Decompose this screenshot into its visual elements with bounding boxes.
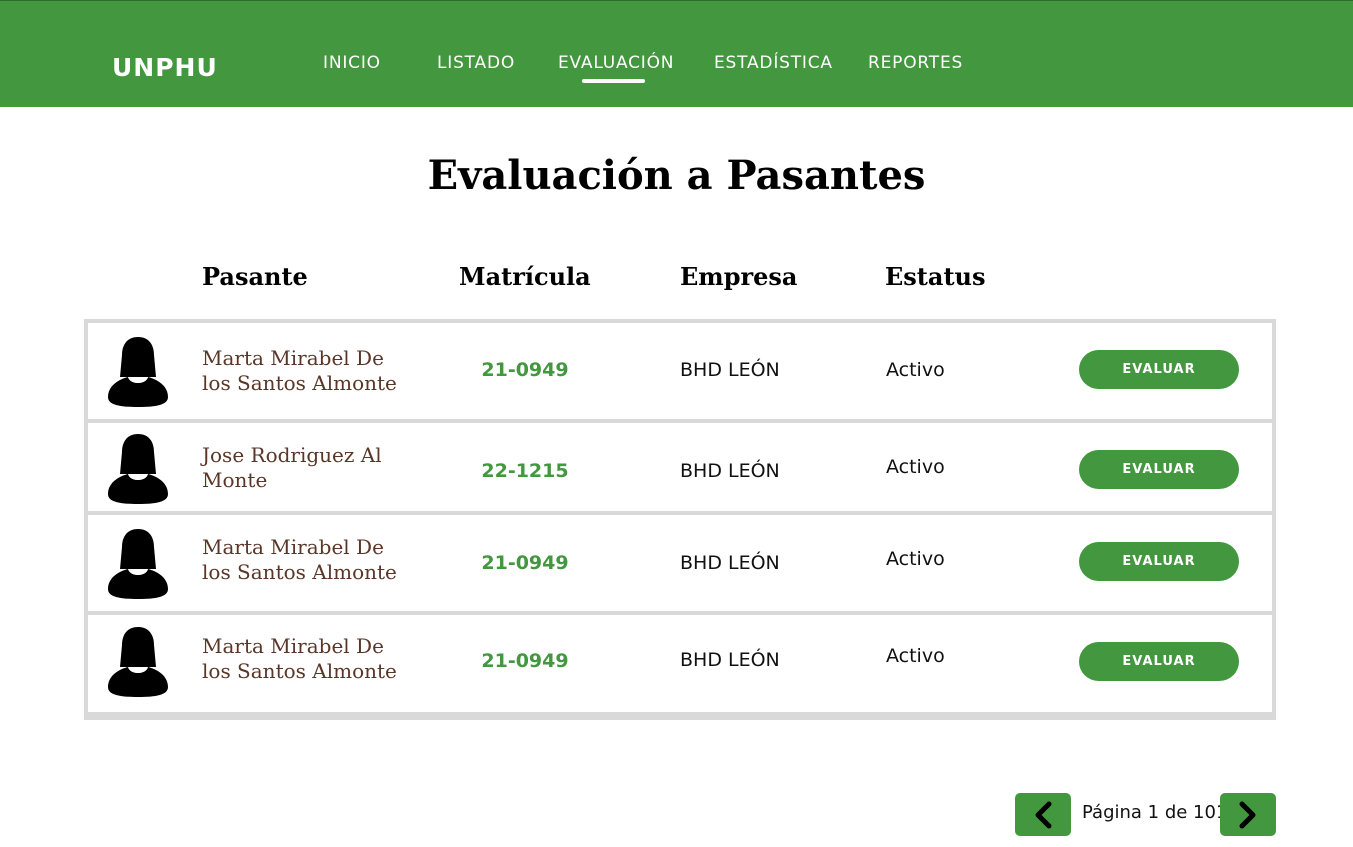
- column-header-pasante: Pasante: [202, 262, 308, 291]
- intern-status: Activo: [886, 359, 945, 381]
- chevron-right-icon: [1239, 801, 1256, 828]
- column-header-matricula: Matrícula: [459, 262, 591, 291]
- chevron-left-icon: [1035, 801, 1052, 828]
- intern-name: Marta Mirabel De los Santos Almonte: [202, 634, 397, 683]
- person-avatar-icon: [108, 434, 168, 504]
- page-indicator: Página 1 de 101: [1082, 802, 1228, 823]
- intern-name: Marta Mirabel De los Santos Almonte: [202, 346, 397, 395]
- nav-item-reportes[interactable]: REPORTES: [868, 53, 963, 73]
- next-page-button[interactable]: [1220, 793, 1276, 836]
- active-nav-indicator: [582, 79, 645, 83]
- person-avatar-icon: [108, 337, 168, 407]
- table-row: Marta Mirabel De los Santos Almonte 21-0…: [88, 615, 1272, 712]
- nav-item-inicio[interactable]: INICIO: [323, 53, 381, 73]
- table-row: Marta Mirabel De los Santos Almonte 21-0…: [88, 323, 1272, 419]
- intern-status: Activo: [886, 456, 945, 478]
- brand-logo[interactable]: UNPHU: [112, 53, 218, 82]
- nav-item-estadistica[interactable]: ESTADÍSTICA: [714, 53, 833, 73]
- intern-company: BHD LEÓN: [680, 359, 780, 381]
- intern-status: Activo: [886, 645, 945, 667]
- nav-item-listado[interactable]: LISTADO: [437, 53, 515, 73]
- person-avatar-icon: [108, 529, 168, 599]
- evaluate-button[interactable]: EVALUAR: [1079, 350, 1239, 389]
- intern-company: BHD LEÓN: [680, 552, 780, 574]
- intern-name: Marta Mirabel De los Santos Almonte: [202, 535, 397, 584]
- table-row: Jose Rodriguez Al Monte 22-1215 BHD LEÓN…: [88, 423, 1272, 511]
- evaluate-button[interactable]: EVALUAR: [1079, 450, 1239, 489]
- intern-company: BHD LEÓN: [680, 649, 780, 671]
- intern-matricula: 21-0949: [481, 552, 569, 574]
- page-title: Evaluación a Pasantes: [427, 152, 926, 199]
- evaluate-button[interactable]: EVALUAR: [1079, 542, 1239, 581]
- top-navbar: UNPHU INICIO LISTADO EVALUACIÓN ESTADÍST…: [0, 0, 1353, 107]
- evaluate-button[interactable]: EVALUAR: [1079, 642, 1239, 681]
- table-row: Marta Mirabel De los Santos Almonte 21-0…: [88, 515, 1272, 611]
- intern-matricula: 22-1215: [481, 460, 569, 482]
- intern-matricula: 21-0949: [481, 359, 569, 381]
- intern-company: BHD LEÓN: [680, 460, 780, 482]
- column-header-estatus: Estatus: [885, 262, 986, 291]
- nav-item-evaluacion[interactable]: EVALUACIÓN: [558, 53, 674, 73]
- interns-table: Marta Mirabel De los Santos Almonte 21-0…: [84, 319, 1276, 720]
- intern-matricula: 21-0949: [481, 650, 569, 672]
- column-header-empresa: Empresa: [680, 262, 798, 291]
- previous-page-button[interactable]: [1015, 793, 1071, 836]
- intern-status: Activo: [886, 548, 945, 570]
- person-avatar-icon: [108, 627, 168, 697]
- intern-name: Jose Rodriguez Al Monte: [202, 443, 382, 492]
